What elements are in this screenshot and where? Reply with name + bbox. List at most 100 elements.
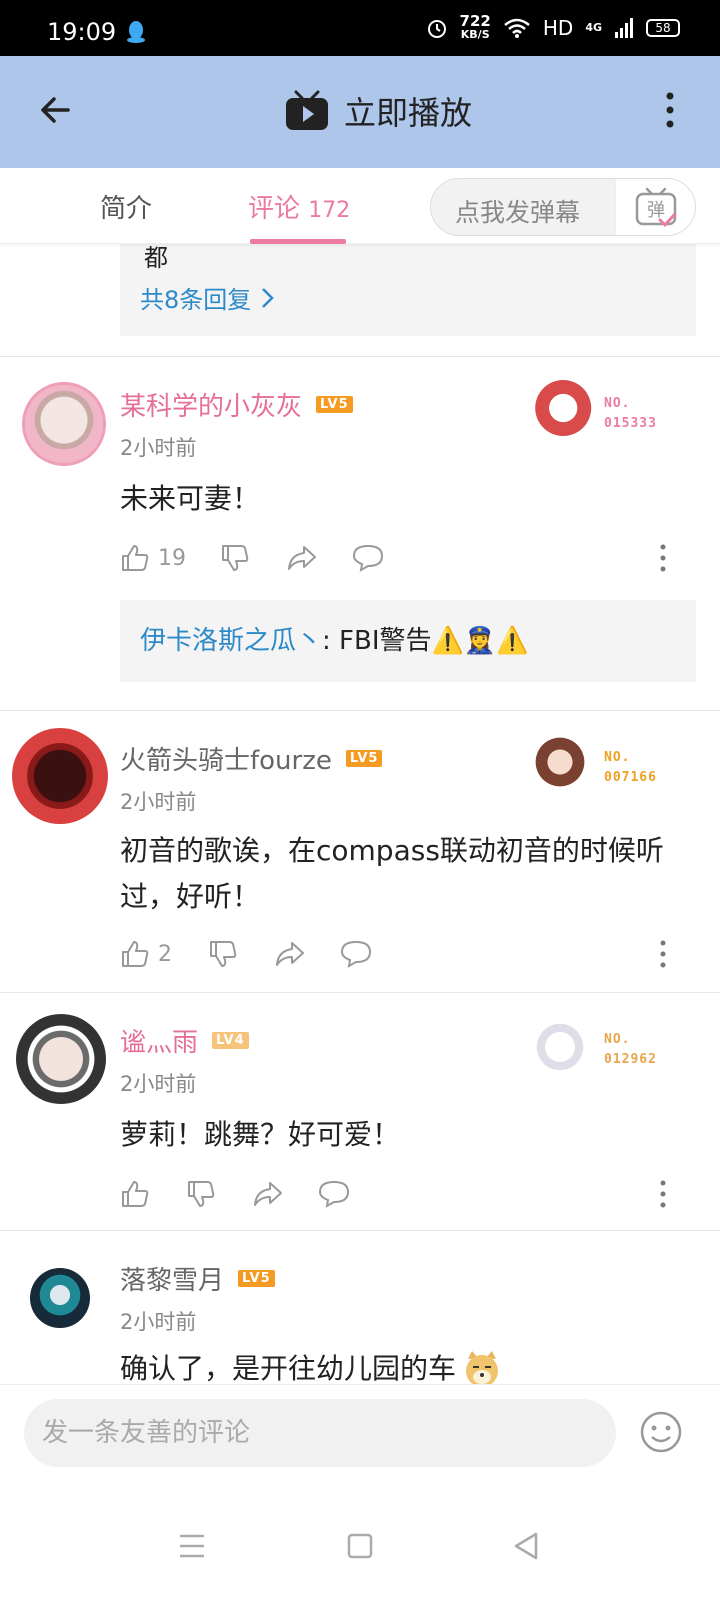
thumbs-up-icon xyxy=(122,941,149,967)
comment-time: 2小时前 xyxy=(120,436,197,460)
more-vertical-icon[interactable] xyxy=(660,940,666,968)
menu-icon[interactable] xyxy=(172,1526,212,1566)
comment-item: 某科学的小灰灰 LV5 2小时前 NO. 015333 未来可妻！ 19 伊卡洛… xyxy=(0,358,720,710)
comment-time: 2小时前 xyxy=(120,1310,197,1334)
comment-input-bar: 发一条友善的评论 xyxy=(0,1384,720,1496)
like-button[interactable] xyxy=(120,1176,150,1212)
back-arrow-icon[interactable] xyxy=(38,92,74,128)
level-badge: LV5 xyxy=(316,396,353,413)
app-bar: 立即播放 xyxy=(0,56,720,168)
danmu-tv-icon: 弹 xyxy=(635,187,677,228)
play-now-button[interactable]: 立即播放 xyxy=(284,88,472,134)
qq-icon xyxy=(127,21,145,43)
like-button[interactable]: 19 xyxy=(120,540,186,576)
comment-bubble-icon xyxy=(352,544,384,572)
thumbs-up-icon xyxy=(122,545,149,571)
svg-text:弹: 弹 xyxy=(647,200,665,221)
status-bar: 19:09 722 KB/S HD 4G 58 xyxy=(0,0,720,56)
thumbs-down-icon xyxy=(222,545,249,571)
reply-button[interactable] xyxy=(352,540,384,576)
comment-time: 2小时前 xyxy=(120,790,197,814)
tv-play-icon xyxy=(286,90,328,130)
more-vertical-icon[interactable] xyxy=(666,92,674,128)
tab-intro[interactable]: 简介 xyxy=(100,188,152,225)
comment-actions: 2 xyxy=(120,936,700,972)
like-button[interactable]: 2 xyxy=(120,936,172,972)
comment-time: 2小时前 xyxy=(120,1072,197,1096)
username[interactable]: 落黎雪月 LV5 xyxy=(120,1260,275,1297)
chevron-right-icon xyxy=(262,287,275,308)
comment-actions xyxy=(120,1176,700,1212)
share-button[interactable] xyxy=(286,540,318,576)
fan-badge: NO. 015333 xyxy=(528,378,678,442)
alarm-icon xyxy=(427,19,446,38)
comment-item: 谧灬雨 LV4 2小时前 NO. 012962 萝莉！跳舞？好可爱！ xyxy=(0,994,720,1230)
username[interactable]: 谧灬雨 LV4 xyxy=(120,1022,249,1059)
comment-text: 初音的歌诶，在compass联动初音的时候听过，好听！ xyxy=(120,834,664,913)
sub-reply[interactable]: 伊卡洛斯之瓜丶: FBI警告⚠️👮‍♀️⚠️ xyxy=(120,600,696,682)
level-badge: LV5 xyxy=(345,750,383,767)
comment-list[interactable]: 都 共8条回复 某科学的小灰灰 LV5 2小时前 NO. 015333 未来可妻… xyxy=(0,244,720,1412)
system-nav-bar xyxy=(0,1496,720,1600)
share-icon xyxy=(254,1182,282,1206)
share-icon xyxy=(288,546,316,570)
tab-bar: 简介 评论 172 点我发弹幕 弹 xyxy=(0,168,720,244)
dislike-button[interactable] xyxy=(220,540,250,576)
hd-indicator: HD xyxy=(542,15,574,40)
divider xyxy=(0,992,720,993)
previous-replies-box: 都 共8条回复 xyxy=(120,244,696,336)
back-triangle-icon[interactable] xyxy=(506,1526,546,1566)
comment-text: 萝莉！跳舞？好可爱！ xyxy=(120,1118,401,1151)
signal-icon xyxy=(615,17,633,38)
more-vertical-icon[interactable] xyxy=(660,1180,666,1208)
battery-indicator: 58 xyxy=(646,18,680,37)
badge-character-icon xyxy=(528,1014,592,1074)
tab-comments[interactable]: 评论 172 xyxy=(248,188,350,225)
username[interactable]: 某科学的小灰灰 LV5 xyxy=(120,386,353,423)
comment-text: 未来可妻！ xyxy=(120,482,261,515)
status-time: 19:09 xyxy=(47,18,117,46)
home-icon[interactable] xyxy=(340,1526,380,1566)
share-button[interactable] xyxy=(252,1176,284,1212)
username[interactable]: 火箭头骑士fourze LV5 xyxy=(120,740,383,777)
comment-bubble-icon xyxy=(340,940,372,968)
user-avatar[interactable] xyxy=(22,382,106,466)
danmu-input-button[interactable]: 点我发弹幕 弹 xyxy=(430,178,696,236)
share-icon xyxy=(276,942,304,966)
dislike-button[interactable] xyxy=(186,1176,216,1212)
level-badge: LV4 xyxy=(212,1032,249,1049)
badge-character-icon xyxy=(528,732,592,792)
thumbs-down-icon xyxy=(210,941,237,967)
comment-item: 火箭头骑士fourze LV5 2小时前 NO. 007166 初音的歌诶，在c… xyxy=(0,712,720,992)
reply-button[interactable] xyxy=(318,1176,350,1212)
user-avatar[interactable] xyxy=(16,1014,106,1104)
comment-input[interactable]: 发一条友善的评论 xyxy=(24,1399,616,1467)
like-count: 2 xyxy=(158,941,172,967)
reply-username[interactable]: 伊卡洛斯之瓜丶 xyxy=(140,626,322,656)
view-more-replies-link[interactable]: 共8条回复 xyxy=(140,280,275,315)
danmu-placeholder: 点我发弹幕 xyxy=(455,198,581,227)
reply-button[interactable] xyxy=(340,936,372,972)
user-avatar[interactable] xyxy=(30,1268,90,1328)
wifi-icon xyxy=(504,18,530,38)
page-title: 立即播放 xyxy=(344,94,473,132)
reply-text: : FBI警告⚠️👮‍♀️⚠️ xyxy=(322,626,529,656)
share-button[interactable] xyxy=(274,936,306,972)
reply-partial-text: 都 xyxy=(144,244,168,272)
emoji-icon[interactable] xyxy=(640,1411,682,1453)
badge-character-icon xyxy=(528,378,592,438)
tab-underline xyxy=(250,239,346,244)
net-speed: 722 KB/S xyxy=(459,12,491,41)
thumbs-down-icon xyxy=(188,1181,215,1207)
comment-actions: 19 xyxy=(120,540,700,576)
user-avatar[interactable] xyxy=(12,728,108,824)
comment-bubble-icon xyxy=(318,1180,350,1208)
level-badge: LV5 xyxy=(238,1270,275,1287)
danmu-toggle[interactable]: 弹 xyxy=(615,179,695,235)
more-vertical-icon[interactable] xyxy=(660,544,666,572)
divider xyxy=(0,356,720,357)
thumbs-up-icon xyxy=(122,1181,149,1207)
like-count: 19 xyxy=(158,545,186,571)
fan-badge: NO. 012962 xyxy=(528,1014,678,1078)
dislike-button[interactable] xyxy=(208,936,238,972)
